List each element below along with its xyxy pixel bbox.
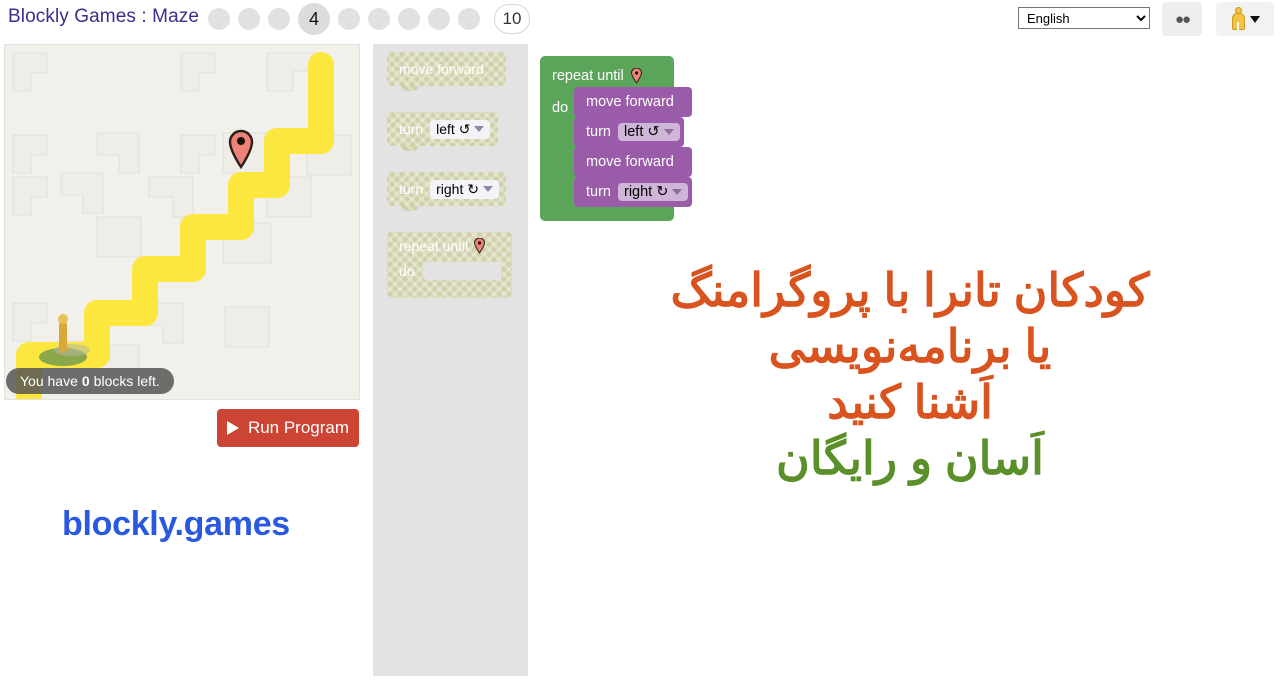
workspace-block-move-forward-2[interactable]: move forward [574, 147, 692, 177]
level-dot-8[interactable] [428, 8, 450, 30]
toolbox-block-repeat-until[interactable]: repeat until do [387, 232, 512, 298]
promo-line-3: اَشنا کنید [827, 376, 993, 429]
promo-text: کودکان تانرا با پروگرامنگ یا برنامه‌نویس… [560, 262, 1260, 486]
level-dot-5[interactable] [338, 8, 360, 30]
maze-canvas [4, 44, 360, 400]
chevron-down-icon [663, 129, 674, 135]
toolbox-block-label: repeat until [399, 238, 469, 254]
repeat-block-header: repeat until [552, 68, 642, 84]
toolbox-block-move-forward[interactable]: move forward [387, 52, 506, 91]
repeat-block-do-label: do [552, 100, 569, 116]
language-select[interactable]: English [1018, 7, 1150, 29]
level-dot-6[interactable] [368, 8, 390, 30]
chevron-down-icon [474, 126, 485, 132]
run-program-button[interactable]: Run Program [217, 409, 359, 447]
workspace-block-turn-right[interactable]: turn right ↻ [574, 177, 692, 207]
toolbox-block-turn-left[interactable]: turn left ↺ [387, 112, 498, 151]
chevron-down-icon [672, 189, 683, 195]
message-prefix: You have [20, 373, 78, 389]
promo-line-4: اَسان و رایگان [776, 432, 1044, 485]
app-header: Blockly Games : Maze 4 10 English ●● [0, 0, 1280, 38]
pegman-person-icon [1231, 7, 1246, 31]
blockly-maze-page: Blockly Games : Maze 4 10 English ●● You… [0, 0, 1280, 680]
block-toolbox-flyout[interactable]: move forward turn left ↺ turn right ↻ re… [373, 44, 528, 680]
promo-line-2: یا برنامه‌نویسی [768, 320, 1052, 373]
dropdown-value: right ↻ [624, 184, 669, 200]
message-suffix: blocks left. [93, 373, 160, 389]
status-badge: You have 0 blocks left. [6, 368, 174, 394]
chain-link-icon: ●● [1174, 10, 1191, 28]
page-title: Blockly Games : Maze [8, 6, 199, 27]
share-link-button[interactable]: ●● [1162, 2, 1202, 36]
repeat-block-label: repeat until [552, 68, 624, 84]
level-dot-9[interactable] [458, 8, 480, 30]
toolbox-direction-dropdown[interactable]: right ↻ [430, 179, 499, 199]
toolbox-block-turn-right[interactable]: turn right ↻ [387, 172, 506, 211]
dropdown-value: left ↺ [436, 120, 471, 137]
level-dot-7[interactable] [398, 8, 420, 30]
level-dot-1[interactable] [208, 8, 230, 30]
run-program-label: Run Program [247, 418, 350, 437]
toolbox-direction-dropdown[interactable]: left ↺ [430, 119, 491, 139]
brand-url-text: blockly.games [62, 505, 290, 543]
chevron-down-icon [482, 186, 493, 192]
workspace-block-move-forward-1[interactable]: move forward [574, 87, 692, 117]
workspace-block-turn-left[interactable]: turn left ↺ [574, 117, 684, 147]
toolbox-block-label: turn [399, 121, 424, 137]
level-current[interactable]: 4 [298, 3, 330, 35]
promo-line-1: کودکان تانرا با پروگرامنگ [670, 264, 1150, 316]
dropdown-value: left ↺ [624, 124, 660, 140]
direction-dropdown[interactable]: right ↻ [618, 183, 689, 201]
map-pin-icon [630, 68, 642, 84]
bottom-edge [0, 676, 1280, 680]
toolbox-block-label: move forward [399, 61, 484, 77]
block-label: turn [586, 124, 611, 140]
chevron-down-icon [1249, 15, 1260, 23]
dropdown-value: right ↻ [436, 180, 479, 197]
toolbox-block-slot [422, 262, 501, 280]
block-label: turn [586, 184, 611, 200]
map-pin-icon [474, 238, 486, 254]
level-dot-3[interactable] [268, 8, 290, 30]
block-label: move forward [586, 154, 674, 170]
toolbox-block-label: turn [399, 181, 424, 197]
toolbox-block-do-label: do [399, 263, 415, 279]
level-dot-2[interactable] [238, 8, 260, 30]
message-count: 0 [81, 373, 90, 389]
user-menu-button[interactable] [1216, 2, 1274, 36]
level-max[interactable]: 10 [494, 4, 530, 34]
play-triangle-icon [226, 421, 239, 435]
level-indicator: 4 10 [208, 0, 530, 38]
direction-dropdown[interactable]: left ↺ [618, 123, 680, 141]
block-label: move forward [586, 94, 674, 110]
